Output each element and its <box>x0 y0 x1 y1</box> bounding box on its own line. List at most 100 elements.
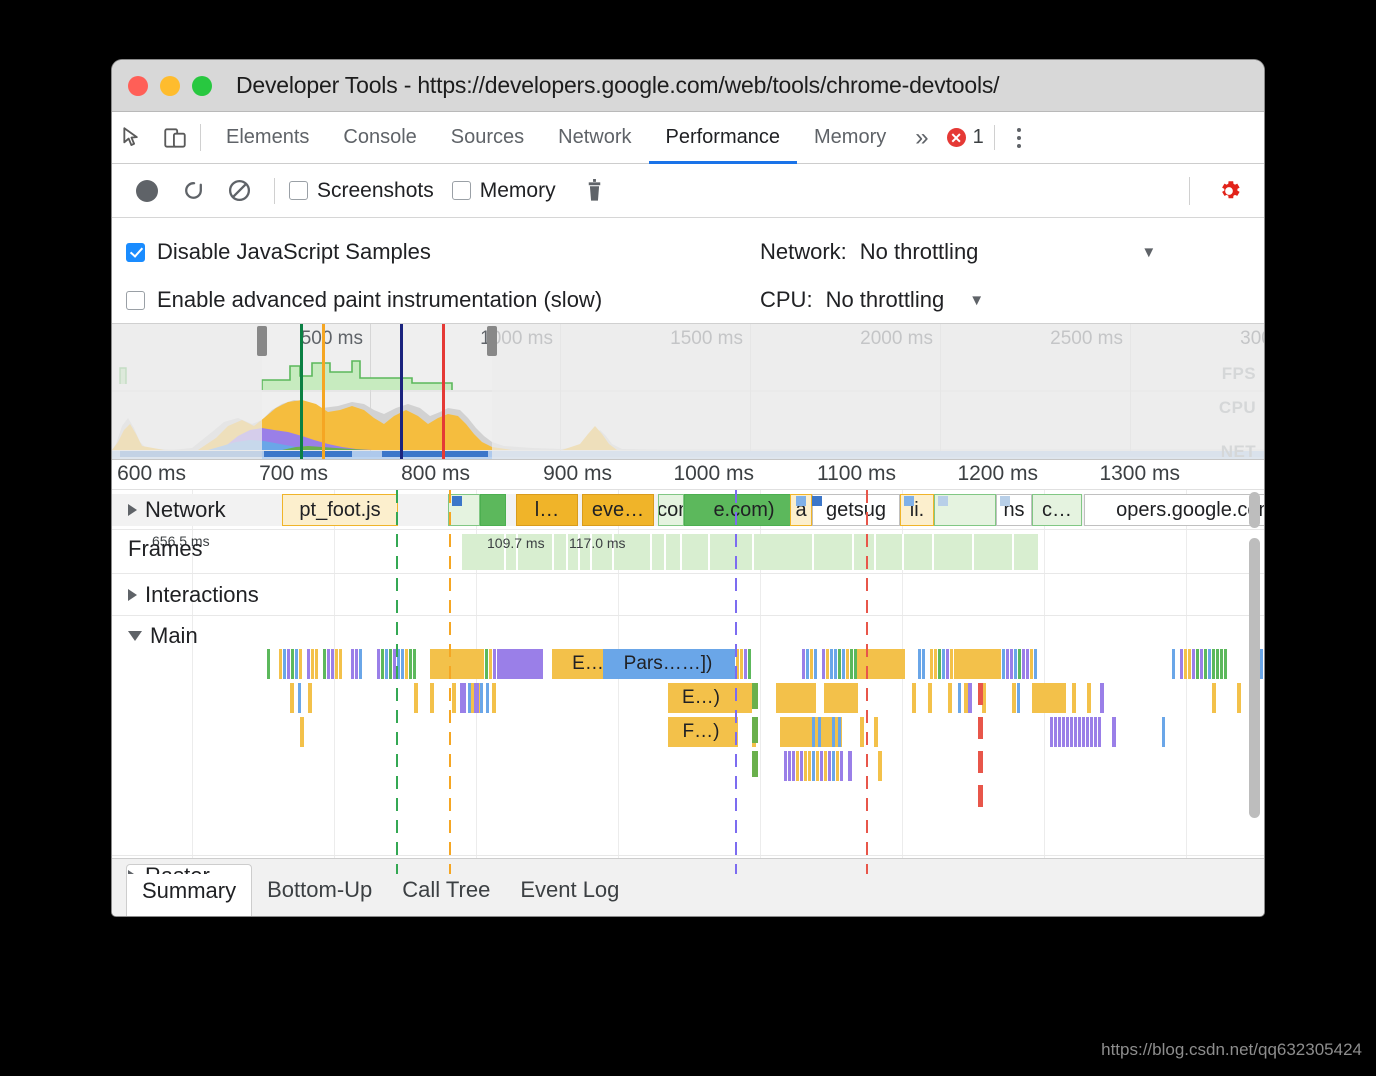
flame-bar[interactable] <box>279 649 282 679</box>
tab-performance[interactable]: Performance <box>648 112 798 164</box>
track-raster-header[interactable]: Raster <box>112 856 210 874</box>
tab-memory[interactable]: Memory <box>797 112 903 163</box>
flame-bar[interactable] <box>1006 649 1009 679</box>
flame-bar[interactable] <box>808 751 811 781</box>
flame-bar[interactable] <box>1022 649 1025 679</box>
track-network-header[interactable]: Network <box>112 490 226 530</box>
flame-bar[interactable] <box>283 649 286 679</box>
flame-bar[interactable] <box>1212 649 1215 679</box>
flame-bar[interactable] <box>806 649 809 679</box>
flame-bar[interactable] <box>802 649 805 679</box>
flame-bar[interactable] <box>846 649 849 679</box>
flame-bar[interactable] <box>287 649 290 679</box>
tab-bottom-up[interactable]: Bottom-Up <box>252 864 387 916</box>
flame-bar[interactable] <box>1070 717 1073 747</box>
flame-event-f[interactable]: F…) <box>668 717 734 747</box>
flame-bar[interactable] <box>1090 717 1093 747</box>
track-interactions-header[interactable]: Interactions <box>112 574 259 616</box>
flame-bar[interactable] <box>1100 683 1104 713</box>
flame-bar[interactable] <box>918 649 921 679</box>
flame-bar[interactable] <box>832 751 835 781</box>
flame-bar[interactable] <box>836 751 839 781</box>
flame-bar[interactable] <box>810 649 813 679</box>
track-main[interactable]: Main E… Pars……]) E…) F…) <box>112 616 1264 856</box>
flame-bar[interactable] <box>1082 717 1085 747</box>
flame-bar[interactable] <box>1034 649 1037 679</box>
flame-bar[interactable] <box>323 649 326 679</box>
maximize-window-button[interactable] <box>192 75 212 96</box>
overview-selection-left-handle[interactable] <box>257 326 267 356</box>
advanced-paint-checkbox[interactable] <box>126 290 145 310</box>
error-badge[interactable]: ✕ 1 <box>941 112 990 163</box>
timeline-overview[interactable]: 500 ms1000 ms1500 ms2000 ms2500 ms3000 m… <box>112 324 1264 460</box>
reload-and-record-button[interactable] <box>172 170 214 212</box>
flame-bar[interactable] <box>818 717 821 747</box>
flame-bar[interactable] <box>1010 649 1013 679</box>
flame-bar[interactable] <box>1260 649 1263 679</box>
flame-bar[interactable] <box>492 683 496 713</box>
flame-bar[interactable] <box>409 649 412 679</box>
flame-bar[interactable] <box>414 683 418 713</box>
tab-call-tree[interactable]: Call Tree <box>387 864 505 916</box>
flame-bar[interactable] <box>1224 649 1227 679</box>
flame-bar[interactable] <box>1180 649 1183 679</box>
track-frames-header[interactable]: Frames <box>112 536 203 562</box>
flame-bar[interactable] <box>816 751 819 781</box>
network-scrollbar[interactable] <box>1249 492 1260 528</box>
cpu-throttling-group[interactable]: CPU: No throttling ▼ <box>760 287 984 313</box>
more-tabs-icon[interactable]: » <box>903 112 940 163</box>
flame-bar[interactable] <box>792 751 795 781</box>
flame-bar[interactable] <box>848 751 852 781</box>
flame-bar[interactable] <box>1014 649 1017 679</box>
flame-bar[interactable] <box>938 649 941 679</box>
flame-bar[interactable] <box>1032 683 1066 713</box>
flame-bar[interactable] <box>950 649 953 679</box>
tab-sources[interactable]: Sources <box>434 112 541 163</box>
inspect-element-icon[interactable] <box>112 112 154 163</box>
chevron-right-icon[interactable] <box>128 504 137 516</box>
flame-bar[interactable] <box>315 649 318 679</box>
track-interactions[interactable]: Interactions <box>112 574 1264 616</box>
flame-bar-gc[interactable] <box>978 785 983 807</box>
flame-bar[interactable] <box>1002 649 1005 679</box>
flame-bar[interactable] <box>401 649 404 679</box>
chevron-down-icon[interactable]: ▼ <box>1141 245 1156 260</box>
flame-bar[interactable] <box>485 649 488 679</box>
flame-bar[interactable] <box>878 751 882 781</box>
flame-bar[interactable] <box>838 717 841 747</box>
flame-bar[interactable] <box>1112 717 1116 747</box>
memory-checkbox-row[interactable]: Memory <box>451 179 556 203</box>
flame-bar[interactable] <box>1026 649 1029 679</box>
flame-bar[interactable] <box>1072 683 1076 713</box>
flame-bar[interactable] <box>796 751 799 781</box>
screenshots-checkbox-row[interactable]: Screenshots <box>289 179 434 203</box>
flame-bar[interactable] <box>832 717 835 747</box>
flame-bar[interactable] <box>1188 649 1191 679</box>
tab-network[interactable]: Network <box>541 112 648 163</box>
flame-bar[interactable] <box>1212 683 1216 713</box>
flame-bar[interactable] <box>822 649 825 679</box>
flame-bar[interactable] <box>460 683 466 713</box>
flame-bar[interactable] <box>814 649 817 679</box>
flame-bar[interactable] <box>1086 717 1089 747</box>
flame-bar[interactable] <box>824 751 827 781</box>
flame-bar[interactable] <box>800 751 803 781</box>
flame-block-rendering[interactable] <box>497 649 543 679</box>
flame-bar[interactable] <box>405 649 408 679</box>
flame-bar[interactable] <box>740 649 743 679</box>
flame-bar[interactable] <box>307 649 310 679</box>
flame-bar[interactable] <box>834 649 837 679</box>
flame-bar[interactable] <box>1237 683 1241 713</box>
flame-block-scripting[interactable] <box>957 649 1001 679</box>
flame-bar[interactable] <box>267 649 270 679</box>
flame-bar[interactable] <box>1192 649 1195 679</box>
flame-bar[interactable] <box>1017 683 1020 713</box>
capture-settings-button[interactable] <box>1208 170 1250 212</box>
disable-js-samples-checkbox[interactable] <box>126 242 145 262</box>
flame-block-scripting[interactable] <box>430 649 484 679</box>
advanced-paint-row[interactable]: Enable advanced paint instrumentation (s… <box>112 287 760 313</box>
flame-bar[interactable] <box>840 751 843 781</box>
flame-bar-gc[interactable] <box>978 717 983 739</box>
flame-bar[interactable] <box>311 649 314 679</box>
flame-bar[interactable] <box>1074 717 1077 747</box>
